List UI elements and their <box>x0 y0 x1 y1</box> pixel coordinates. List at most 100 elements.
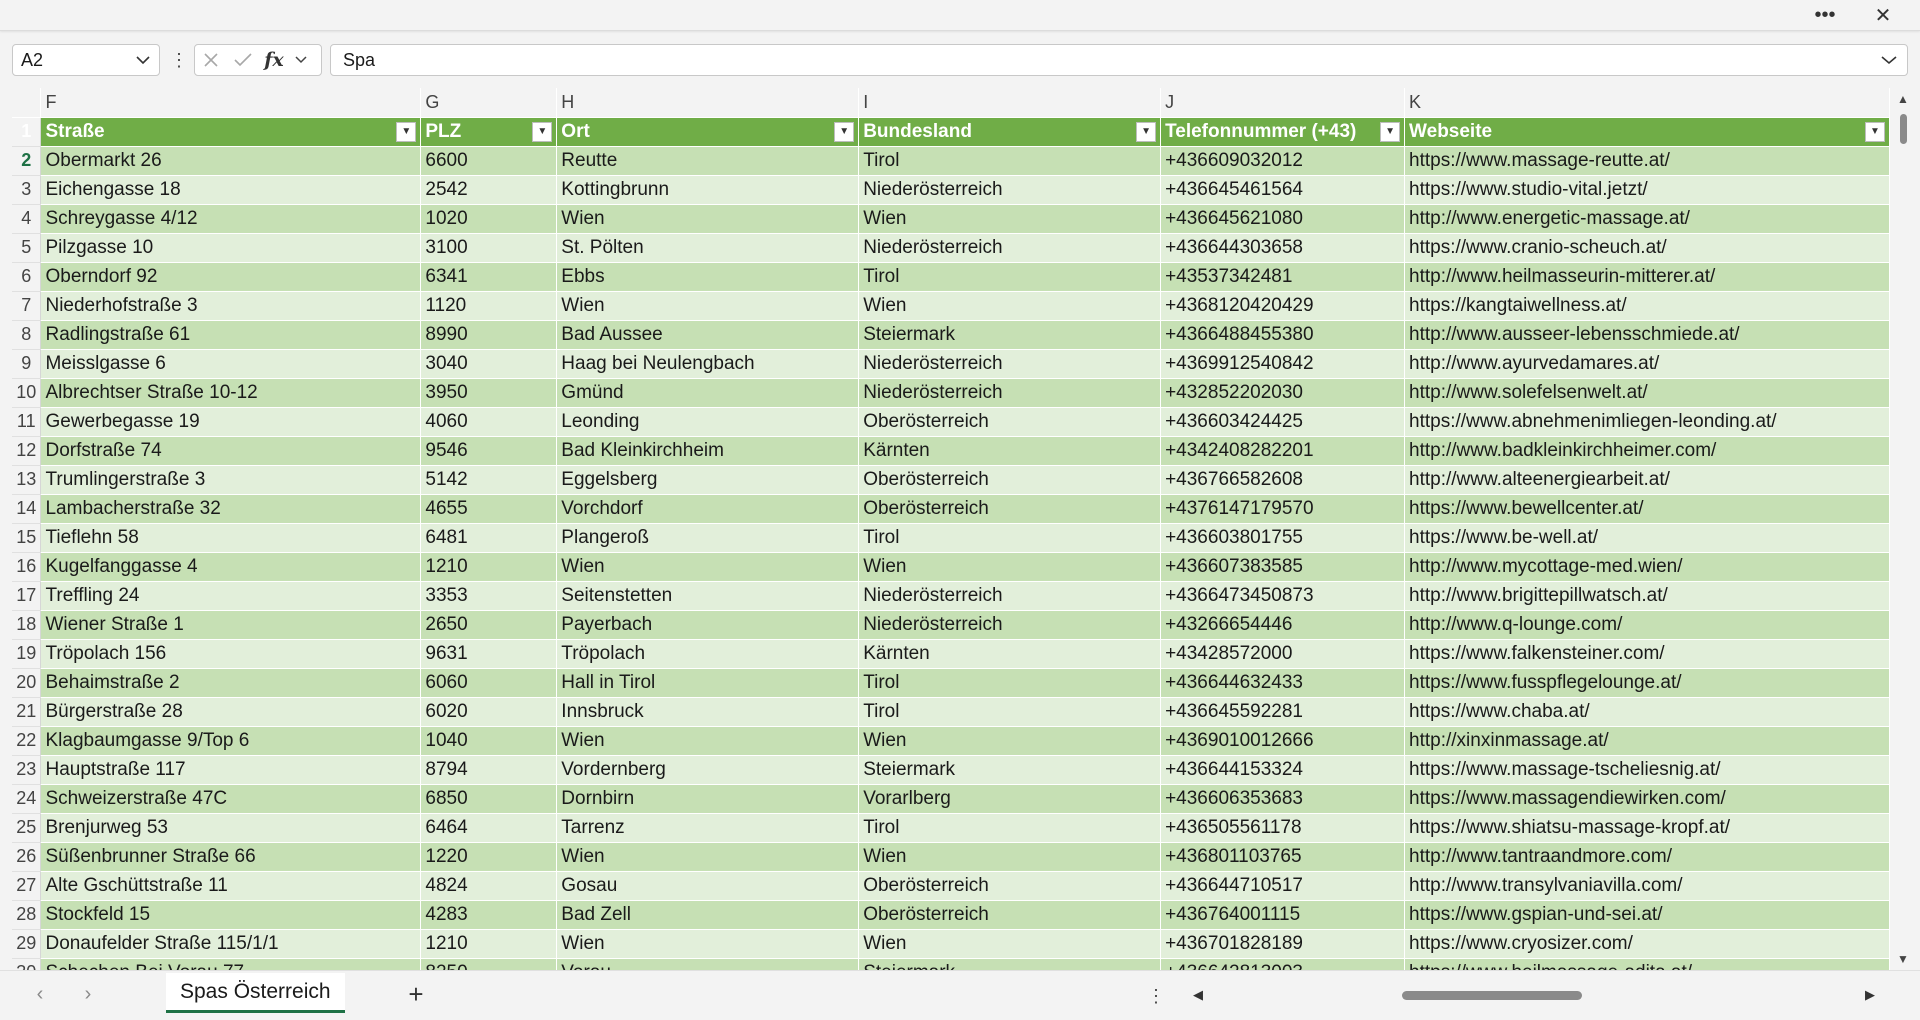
cell-webseite[interactable]: https://www.gspian-und-sei.at/ <box>1404 900 1890 930</box>
header-webseite[interactable]: Webseite ▼ <box>1404 117 1890 147</box>
cell-telefonnummer[interactable]: +43266654446 <box>1160 610 1406 640</box>
cell-strasse[interactable]: Trumlingerstraße 3 <box>40 465 422 495</box>
column-header-k[interactable]: K <box>1404 88 1890 118</box>
cell-telefonnummer[interactable]: +4366473450873 <box>1160 581 1406 611</box>
cell-plz[interactable]: 4655 <box>420 494 558 524</box>
cell-telefonnummer[interactable]: +436645592281 <box>1160 697 1406 727</box>
cell-strasse[interactable]: Wiener Straße 1 <box>40 610 422 640</box>
cell-bundesland[interactable]: Wien <box>858 726 1162 756</box>
cell-telefonnummer[interactable]: +436603801755 <box>1160 523 1406 553</box>
cell-bundesland[interactable]: Wien <box>858 552 1162 582</box>
cell-strasse[interactable]: Albrechtser Straße 10-12 <box>40 378 422 408</box>
cell-telefonnummer[interactable]: +436645461564 <box>1160 175 1406 205</box>
header-ort[interactable]: Ort ▼ <box>556 117 860 147</box>
header-telefonnummer[interactable]: Telefonnummer (+43) ▼ <box>1160 117 1406 147</box>
filter-dropdown-icon[interactable]: ▼ <box>1380 121 1401 142</box>
cell-ort[interactable]: Bad Aussee <box>556 320 860 350</box>
cell-bundesland[interactable]: Steiermark <box>858 755 1162 785</box>
cell-webseite[interactable]: https://www.massagendiewirken.com/ <box>1404 784 1890 814</box>
cell-strasse[interactable]: Tröpolach 156 <box>40 639 422 669</box>
cell-telefonnummer[interactable]: +436644153324 <box>1160 755 1406 785</box>
cell-plz[interactable]: 2650 <box>420 610 558 640</box>
cell-ort[interactable]: Payerbach <box>556 610 860 640</box>
sheet-tab-spas-oesterreich[interactable]: Spas Österreich <box>166 973 345 1013</box>
cell-ort[interactable]: Gmünd <box>556 378 860 408</box>
cell-plz[interactable]: 4283 <box>420 900 558 930</box>
cell-plz[interactable]: 6600 <box>420 146 558 176</box>
row-header[interactable]: 20 <box>12 668 42 698</box>
cell-bundesland[interactable]: Tirol <box>858 262 1162 292</box>
cell-plz[interactable]: 8990 <box>420 320 558 350</box>
filter-dropdown-icon[interactable]: ▼ <box>532 121 553 142</box>
cell-plz[interactable]: 6464 <box>420 813 558 843</box>
cell-webseite[interactable]: https://kangtaiwellness.at/ <box>1404 291 1890 321</box>
cell-webseite[interactable]: http://www.q-lounge.com/ <box>1404 610 1890 640</box>
scroll-up-icon[interactable]: ▲ <box>1892 90 1914 108</box>
cell-plz[interactable]: 3100 <box>420 233 558 263</box>
row-header[interactable]: 9 <box>12 349 42 379</box>
cell-telefonnummer[interactable]: +436764001115 <box>1160 900 1406 930</box>
cell-bundesland[interactable]: Niederösterreich <box>858 175 1162 205</box>
cell-strasse[interactable]: Niederhofstraße 3 <box>40 291 422 321</box>
cell-strasse[interactable]: Dorfstraße 74 <box>40 436 422 466</box>
cell-ort[interactable]: Reutte <box>556 146 860 176</box>
cell-webseite[interactable]: https://www.falkensteiner.com/ <box>1404 639 1890 669</box>
cell-plz[interactable]: 6341 <box>420 262 558 292</box>
cell-bundesland[interactable]: Niederösterreich <box>858 233 1162 263</box>
cell-strasse[interactable]: Schweizerstraße 47C <box>40 784 422 814</box>
row-header[interactable]: 15 <box>12 523 42 553</box>
chevron-down-icon[interactable] <box>133 49 153 71</box>
cell-strasse[interactable]: Treffling 24 <box>40 581 422 611</box>
cell-strasse[interactable]: Tieflehn 58 <box>40 523 422 553</box>
cell-telefonnummer[interactable]: +436505561178 <box>1160 813 1406 843</box>
cell-strasse[interactable]: Stockfeld 15 <box>40 900 422 930</box>
cell-strasse[interactable]: Alte Gschüttstraße 11 <box>40 871 422 901</box>
cell-telefonnummer[interactable]: +436645621080 <box>1160 204 1406 234</box>
row-header[interactable]: 27 <box>12 871 42 901</box>
cell-bundesland[interactable]: Niederösterreich <box>858 349 1162 379</box>
row-header[interactable]: 21 <box>12 697 42 727</box>
row-header[interactable]: 1 <box>12 117 42 147</box>
cell-plz[interactable]: 3040 <box>420 349 558 379</box>
cell-webseite[interactable]: http://www.transylvaniavilla.com/ <box>1404 871 1890 901</box>
filter-dropdown-icon[interactable]: ▼ <box>1136 121 1157 142</box>
cell-webseite[interactable]: http://www.tantraandmore.com/ <box>1404 842 1890 872</box>
cell-strasse[interactable]: Lambacherstraße 32 <box>40 494 422 524</box>
cell-bundesland[interactable]: Niederösterreich <box>858 378 1162 408</box>
cell-telefonnummer[interactable]: +4366488455380 <box>1160 320 1406 350</box>
header-strasse[interactable]: Straße ▼ <box>40 117 422 147</box>
cell-plz[interactable]: 6481 <box>420 523 558 553</box>
cell-webseite[interactable]: http://www.mycottage-med.wien/ <box>1404 552 1890 582</box>
row-header[interactable]: 25 <box>12 813 42 843</box>
previous-sheet-icon[interactable]: ‹ <box>24 979 56 1009</box>
cell-ort[interactable]: Tröpolach <box>556 639 860 669</box>
cell-plz[interactable]: 1220 <box>420 842 558 872</box>
cell-telefonnummer[interactable]: +4369010012666 <box>1160 726 1406 756</box>
close-icon[interactable]: ✕ <box>1860 0 1906 30</box>
cell-telefonnummer[interactable]: +436644632433 <box>1160 668 1406 698</box>
column-header-g[interactable]: G <box>420 88 558 118</box>
cell-webseite[interactable]: http://www.solefelsenwelt.at/ <box>1404 378 1890 408</box>
cell-bundesland[interactable]: Oberösterreich <box>858 900 1162 930</box>
cell-strasse[interactable]: Meisslgasse 6 <box>40 349 422 379</box>
cell-plz[interactable]: 1020 <box>420 204 558 234</box>
cell-strasse[interactable]: Oberndorf 92 <box>40 262 422 292</box>
cell-telefonnummer[interactable]: +436642813003 <box>1160 958 1406 970</box>
cell-strasse[interactable]: Süßenbrunner Straße 66 <box>40 842 422 872</box>
cell-telefonnummer[interactable]: +436606353683 <box>1160 784 1406 814</box>
row-header[interactable]: 2 <box>12 146 42 176</box>
cell-webseite[interactable]: http://www.heilmasseurin-mitterer.at/ <box>1404 262 1890 292</box>
cell-plz[interactable]: 8794 <box>420 755 558 785</box>
scroll-down-icon[interactable]: ▼ <box>1892 950 1914 968</box>
cell-ort[interactable]: Hall in Tirol <box>556 668 860 698</box>
horizontal-scrollbar[interactable]: ◀ ▶ <box>1180 985 1880 1005</box>
cell-strasse[interactable]: Schechen Bei Vorau 77 <box>40 958 422 970</box>
row-header[interactable]: 5 <box>12 233 42 263</box>
row-header[interactable]: 18 <box>12 610 42 640</box>
cell-ort[interactable]: Ebbs <box>556 262 860 292</box>
cell-ort[interactable]: St. Pölten <box>556 233 860 263</box>
cell-telefonnummer[interactable]: +43537342481 <box>1160 262 1406 292</box>
row-header[interactable]: 16 <box>12 552 42 582</box>
cell-webseite[interactable]: https://www.fusspflegelounge.at/ <box>1404 668 1890 698</box>
formula-input[interactable]: Spa <box>330 44 1908 76</box>
